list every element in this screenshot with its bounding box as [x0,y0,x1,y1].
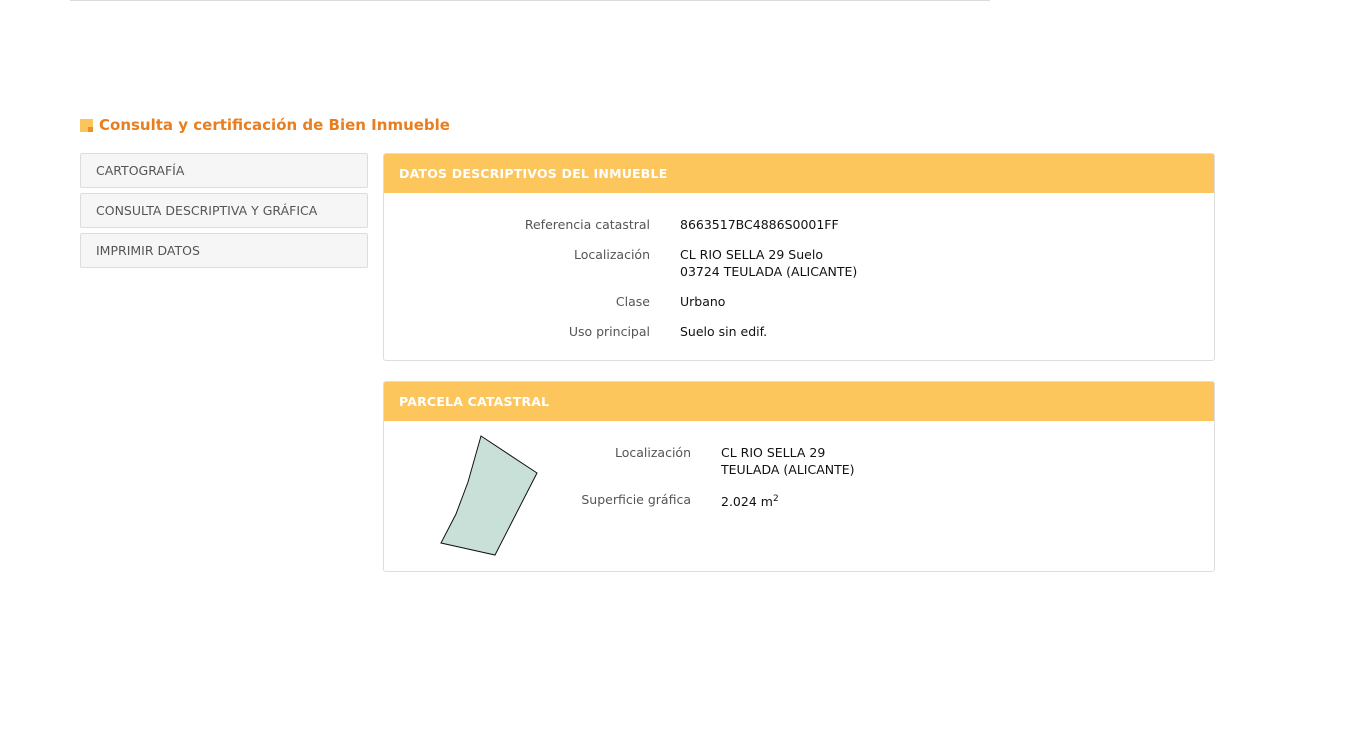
localizacion-label: Localización [573,247,650,262]
page-title-text: Consulta y certificación de Bien Inmuebl… [99,116,450,134]
parcela-catastral-heading: PARCELA CATASTRAL [384,382,1214,421]
superficie-number: 2.024 m [721,494,773,510]
page-title: Consulta y certificación de Bien Inmuebl… [80,116,450,134]
sidebar-item-consulta-descriptiva[interactable]: CONSULTA DESCRIPTIVA Y GRÁFICA [80,193,368,228]
uso-principal-label: Uso principal [568,324,650,339]
localizacion-line1: CL RIO SELLA 29 Suelo [680,247,823,262]
square-bullet-icon [80,118,93,132]
superficie-unit-superscript: 2 [772,494,779,504]
referencia-label: Referencia catastral [524,217,650,232]
parcela-localizacion-label: Localización [614,445,691,460]
top-divider [70,0,990,1]
uso-principal-value: Suelo sin edif. [680,324,768,339]
superficie-label: Superficie gráfica [581,492,691,507]
referencia-value: 8663517BC4886S0001FF [680,217,839,232]
parcela-localizacion-line1: CL RIO SELLA 29 [721,445,826,460]
datos-descriptivos-heading: DATOS DESCRIPTIVOS DEL INMUEBLE [384,154,1214,193]
sidebar-item-cartografia[interactable]: CARTOGRAFÍA [80,153,368,188]
clase-label: Clase [615,294,650,309]
sidebar-menu: CARTOGRAFÍA CONSULTA DESCRIPTIVA Y GRÁFI… [80,153,368,273]
localizacion-line2: 03724 TEULADA (ALICANTE) [680,264,858,279]
sidebar-item-imprimir-datos[interactable]: IMPRIMIR DATOS [80,233,368,268]
superficie-value: 2.024 m2 [721,491,779,510]
clase-value: Urbano [680,294,726,309]
parcela-localizacion-line2: TEULADA (ALICANTE) [721,462,855,477]
